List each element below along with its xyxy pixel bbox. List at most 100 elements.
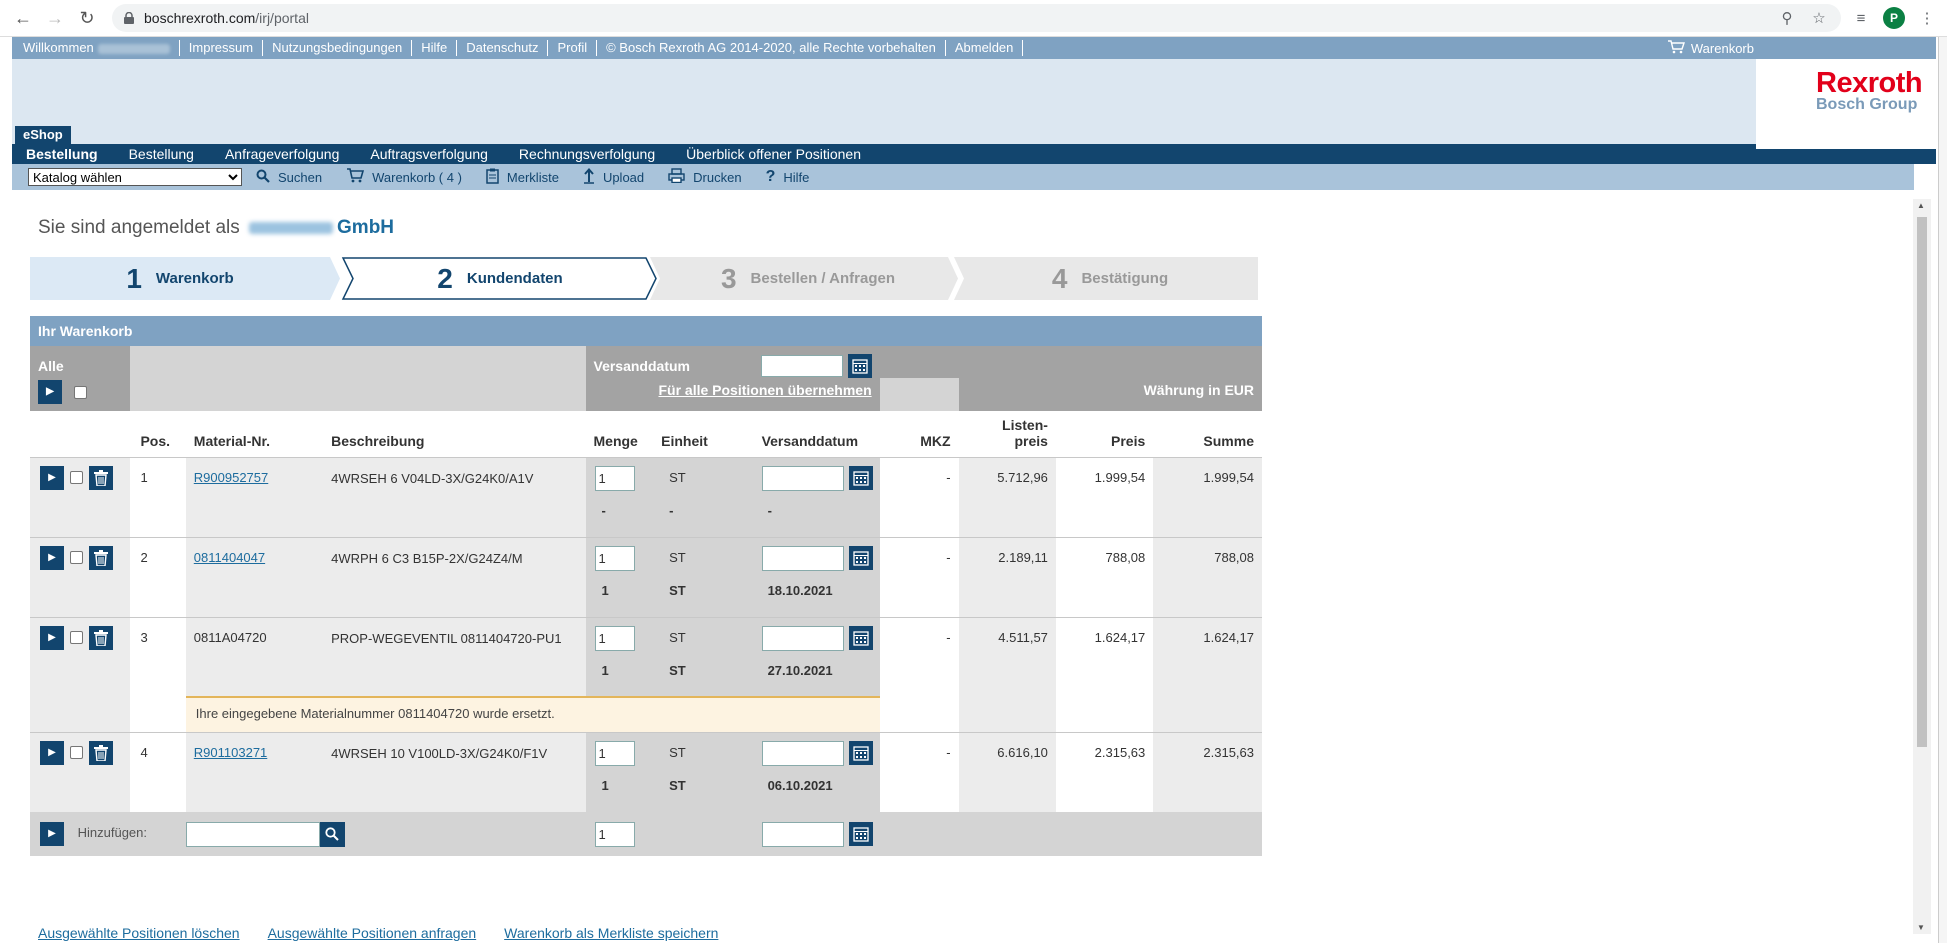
back-icon[interactable]: ← <box>10 5 36 31</box>
delete-icon[interactable] <box>89 740 113 765</box>
search-tool[interactable]: Suchen <box>256 169 322 186</box>
qty-input[interactable]: 1 <box>594 740 635 766</box>
qty-input[interactable]: 1 <box>594 625 635 651</box>
material-link[interactable]: 0811404047 <box>194 550 265 565</box>
material-link[interactable]: R900952757 <box>194 470 268 485</box>
nav-abmelden[interactable]: Abmelden <box>946 40 1024 56</box>
company-name-blurred <box>249 221 334 234</box>
upload-tool[interactable]: Upload <box>583 167 644 187</box>
row-checkbox[interactable] <box>70 551 83 564</box>
header-banner: Rexroth Bosch Group <box>12 59 1936 149</box>
nav-hilfe[interactable]: Hilfe <box>412 40 458 56</box>
nav-profil[interactable]: Profil <box>548 40 598 56</box>
row-expand-button[interactable]: ▶ <box>40 545 64 570</box>
mainnav-bestellung[interactable]: Bestellung <box>129 146 194 162</box>
add-search-button[interactable] <box>319 821 345 847</box>
add-ship-date-input[interactable] <box>761 821 844 847</box>
ship-date-input[interactable] <box>761 740 844 766</box>
checkout-stepper: 1 Warenkorb 2 Kundendaten 3 Bestellen / Anf… <box>30 257 1260 300</box>
nav-impressum[interactable]: Impressum <box>180 40 264 56</box>
expand-all-button[interactable]: ▶ <box>38 380 62 404</box>
mainnav-rechnungsverfolgung[interactable]: Rechnungsverfolgung <box>519 146 655 162</box>
step-4: 4 Bestätigung <box>1051 262 1169 294</box>
delete-icon[interactable] <box>89 545 113 570</box>
row-sum: 1.999,54 <box>1153 456 1262 537</box>
calendar-icon[interactable] <box>848 466 873 490</box>
calendar-icon[interactable] <box>848 626 873 650</box>
mainnav-offene-positionen[interactable]: Überblick offener Positionen <box>686 146 861 162</box>
calendar-icon[interactable] <box>848 822 873 846</box>
calendar-icon[interactable] <box>848 741 873 765</box>
reading-list-icon[interactable]: ≡ <box>1851 10 1871 27</box>
top-cart-link[interactable]: Warenkorb <box>1667 39 1754 57</box>
ship-date-input[interactable] <box>761 545 844 571</box>
row-price: 788,08 <box>1055 536 1154 617</box>
row-sum: 788,08 <box>1153 536 1262 617</box>
col-mkz: MKZ <box>879 411 959 457</box>
ship-date-input[interactable] <box>761 465 844 491</box>
nav-nutzungsbedingungen[interactable]: Nutzungsbedingungen <box>263 40 413 56</box>
mainnav-auftragsverfolgung[interactable]: Auftragsverfolgung <box>370 146 488 162</box>
cart-table: Alle ▶ Versanddatum Für alle Positionen … <box>30 346 1262 856</box>
apply-all-dates-link[interactable]: Für alle Positionen übernehmen <box>658 382 871 398</box>
row-expand-button[interactable]: ▶ <box>40 625 64 650</box>
page-scrollbar[interactable]: ▲ ▼ <box>1913 199 1931 934</box>
star-icon[interactable]: ☆ <box>1809 9 1829 27</box>
delete-icon[interactable] <box>89 625 113 650</box>
zoom-icon[interactable]: ⚲ <box>1777 9 1797 27</box>
row-checkbox[interactable] <box>70 471 83 484</box>
row-checkbox[interactable] <box>70 746 83 759</box>
save-as-memo-link[interactable]: Warenkorb als Merkliste speichern <box>504 925 718 941</box>
row-pos: 2 <box>130 536 186 617</box>
confirmed-qty: 1 <box>601 777 609 793</box>
mainnav-bestellung-active[interactable]: Bestellung <box>26 146 98 162</box>
currency-label: Währung in EUR <box>958 346 1262 411</box>
profile-avatar[interactable]: P <box>1883 7 1905 29</box>
scroll-up-icon[interactable]: ▲ <box>1917 201 1925 210</box>
mainnav-anfrageverfolgung[interactable]: Anfrageverfolgung <box>225 146 339 162</box>
row-expand-button[interactable]: ▶ <box>40 740 64 765</box>
col-price: Preis <box>1055 411 1154 457</box>
add-qty-input[interactable]: 1 <box>594 821 635 847</box>
forward-icon[interactable]: → <box>42 5 68 31</box>
add-row: ▶ Hinzufügen: 1 <box>30 812 1262 856</box>
table-row: ▶ 4 R901103271 4WRSEH 10 V100LD-3X/G24K0/F1… <box>30 731 1262 812</box>
delete-icon[interactable] <box>89 465 113 490</box>
replacement-notice: Ihre eingegebene Materialnummer 08114047… <box>185 696 880 732</box>
print-tool[interactable]: Drucken <box>668 168 742 186</box>
ship-date-input[interactable] <box>761 625 844 651</box>
row-mkz: - <box>879 731 959 812</box>
reload-icon[interactable]: ↻ <box>74 5 100 31</box>
help-tool[interactable]: ? Hilfe <box>766 168 810 186</box>
step-2-current[interactable]: 2 Kundendaten <box>348 257 652 300</box>
row-description: 4WRSEH 6 V04LD-3X/G24K0/A1V <box>323 456 586 537</box>
request-selected-link[interactable]: Ausgewählte Positionen anfragen <box>268 925 477 941</box>
qty-input[interactable]: 1 <box>594 545 635 571</box>
scrollbar-thumb[interactable] <box>1917 217 1927 747</box>
nav-datenschutz[interactable]: Datenschutz <box>457 40 549 56</box>
menu-icon[interactable]: ⋮ <box>1917 9 1937 27</box>
add-material-input[interactable] <box>185 821 320 847</box>
scroll-down-icon[interactable]: ▼ <box>1917 923 1925 932</box>
add-expand-button[interactable]: ▶ <box>40 822 64 846</box>
address-bar[interactable]: boschrexroth.com/irj/portal ⚲ ☆ <box>112 4 1841 32</box>
select-all-checkbox[interactable] <box>73 385 87 399</box>
main-navigation: Bestellung Bestellung Anfrageverfolgung … <box>12 144 1936 164</box>
eshop-tab[interactable]: eShop <box>15 126 71 144</box>
material-link[interactable]: R901103271 <box>194 745 268 760</box>
row-expand-button[interactable]: ▶ <box>40 465 64 490</box>
clipboard-icon <box>486 168 499 187</box>
qty-input[interactable]: 1 <box>594 465 635 491</box>
row-list-price: 5.712,96 <box>958 456 1056 537</box>
ship-date-all-input[interactable] <box>760 355 843 377</box>
row-checkbox[interactable] <box>70 631 83 644</box>
cart-tool[interactable]: Warenkorb ( 4 ) <box>346 168 462 186</box>
step-1[interactable]: 1 Warenkorb <box>30 257 330 300</box>
browser-toolbar: ← → ↻ boschrexroth.com/irj/portal ⚲ ☆ ≡ … <box>0 0 1947 37</box>
delete-selected-link[interactable]: Ausgewählte Positionen löschen <box>38 925 240 941</box>
calendar-icon[interactable] <box>847 354 872 378</box>
memo-tool[interactable]: Merkliste <box>486 168 559 187</box>
calendar-icon[interactable] <box>848 546 873 570</box>
catalog-select[interactable]: Katalog wählen <box>28 168 242 186</box>
user-name-blurred <box>97 43 170 54</box>
